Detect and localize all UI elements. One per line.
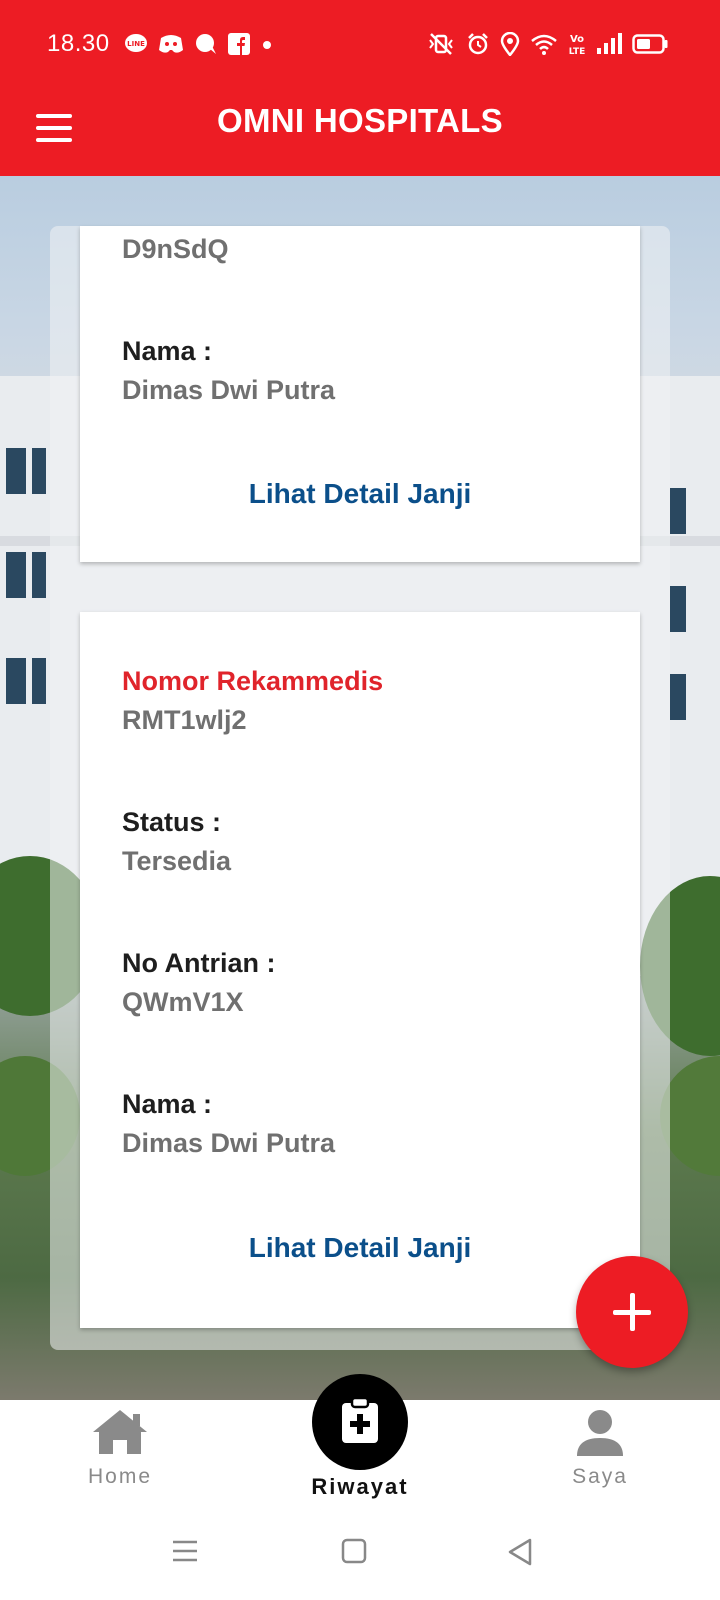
battery-icon bbox=[632, 33, 668, 55]
rekam-medis-value: RMT1wlj2 bbox=[122, 705, 247, 735]
signal-icon bbox=[596, 32, 622, 56]
nama-value: Dimas Dwi Putra bbox=[122, 1128, 336, 1158]
status-time: 18.30 bbox=[47, 30, 110, 57]
nama-label: Nama : bbox=[122, 336, 213, 366]
appointment-card: Nomor Rekammedis RMT1wlj2 Status : Terse… bbox=[80, 612, 640, 1328]
clipboard-medical-icon bbox=[342, 1397, 378, 1443]
bottom-nav: Home Riwayat Saya bbox=[0, 1374, 720, 1512]
system-icons: Vo LTE bbox=[426, 30, 668, 58]
vibrate-off-icon bbox=[426, 32, 456, 56]
svg-text:LTE: LTE bbox=[569, 47, 586, 57]
home-square-icon[interactable] bbox=[341, 1538, 367, 1569]
detail-janji-link[interactable]: Lihat Detail Janji bbox=[80, 1232, 640, 1264]
location-icon bbox=[500, 32, 520, 56]
detail-janji-link[interactable]: Lihat Detail Janji bbox=[80, 478, 640, 510]
nav-home-label: Home bbox=[87, 1465, 153, 1488]
status-value: Tersedia bbox=[122, 846, 232, 876]
top-bar: 18.30 LINE Vo LTE OMNI HOSPITALS bbox=[0, 0, 720, 176]
nav-saya[interactable]: Saya bbox=[540, 1408, 660, 1489]
back-triangle-icon[interactable] bbox=[507, 1538, 533, 1571]
nav-saya-label: Saya bbox=[572, 1465, 628, 1488]
status-bar: 18.30 LINE Vo LTE bbox=[0, 0, 720, 88]
nav-riwayat-label: Riwayat bbox=[311, 1474, 409, 1499]
nav-home[interactable]: Home bbox=[60, 1408, 180, 1489]
system-nav-bar bbox=[0, 1512, 720, 1600]
facebook-icon bbox=[228, 33, 250, 55]
antrian-value: QWmV1X bbox=[122, 987, 244, 1017]
appointment-card: D9nSdQ Nama : Dimas Dwi Putra Lihat Deta… bbox=[80, 226, 640, 562]
rekam-medis-label: Nomor Rekammedis bbox=[122, 666, 384, 696]
status-label: Status : bbox=[122, 807, 222, 837]
nama-label: Nama : bbox=[122, 1089, 213, 1119]
discord-icon bbox=[158, 32, 184, 56]
volte-icon: Vo LTE bbox=[568, 31, 586, 57]
antrian-label: No Antrian : bbox=[122, 948, 276, 978]
notification-icons: LINE bbox=[124, 30, 274, 58]
home-icon bbox=[93, 1410, 147, 1454]
line-icon: LINE bbox=[124, 32, 148, 56]
antrian-value: D9nSdQ bbox=[122, 234, 229, 264]
nama-value: Dimas Dwi Putra bbox=[122, 375, 336, 405]
svg-text:LINE: LINE bbox=[127, 40, 145, 48]
chat-bubble-icon bbox=[194, 32, 218, 56]
recents-icon[interactable] bbox=[172, 1538, 198, 1569]
add-appointment-button[interactable] bbox=[576, 1256, 688, 1368]
dot-icon bbox=[260, 32, 274, 56]
person-icon bbox=[577, 1410, 623, 1456]
app-bar: OMNI HOSPITALS bbox=[0, 88, 720, 176]
riwayat-active-circle bbox=[312, 1374, 408, 1470]
nav-riwayat[interactable]: Riwayat bbox=[300, 1374, 420, 1500]
svg-text:Vo: Vo bbox=[570, 34, 584, 45]
alarm-icon bbox=[466, 32, 490, 56]
wifi-icon bbox=[530, 32, 558, 56]
app-title: OMNI HOSPITALS bbox=[217, 102, 503, 139]
